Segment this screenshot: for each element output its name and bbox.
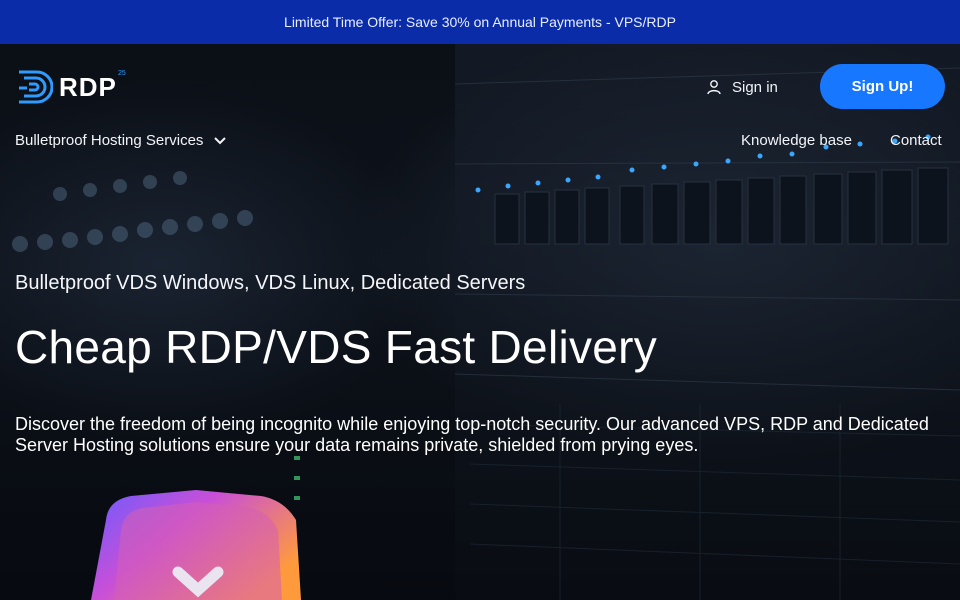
- hero-title: Cheap RDP/VDS Fast Delivery: [15, 321, 658, 373]
- chevron-down-icon: [214, 136, 227, 144]
- hero-subtitle: Bulletproof VDS Windows, VDS Linux, Dedi…: [15, 272, 526, 294]
- hero-description: Discover the freedom of being incognito …: [15, 414, 929, 455]
- site-header: RDP 25 Sign in Sign Up!: [0, 44, 960, 130]
- main-nav: Bulletproof Hosting Services Knowledge b…: [0, 130, 960, 154]
- nav-hosting-label: Bulletproof Hosting Services: [15, 132, 204, 149]
- logo-text: RDP: [59, 71, 117, 102]
- nav-knowledge-base[interactable]: Knowledge base: [741, 132, 852, 149]
- logo-sub: 25: [118, 70, 126, 77]
- rdp-logo-icon: [19, 70, 53, 104]
- nav-contact[interactable]: Contact: [890, 132, 942, 149]
- shield-icon: [91, 490, 301, 600]
- promo-text: Limited Time Offer: Save 30% on Annual P…: [284, 14, 676, 30]
- nav-hosting-services[interactable]: Bulletproof Hosting Services: [15, 132, 227, 149]
- user-icon: [707, 80, 721, 95]
- sign-in-label: Sign in: [732, 78, 778, 96]
- logo[interactable]: RDP: [15, 68, 117, 106]
- sign-up-button[interactable]: Sign Up!: [820, 64, 945, 109]
- promo-banner: Limited Time Offer: Save 30% on Annual P…: [0, 0, 960, 45]
- sign-in-link[interactable]: Sign in: [706, 76, 778, 98]
